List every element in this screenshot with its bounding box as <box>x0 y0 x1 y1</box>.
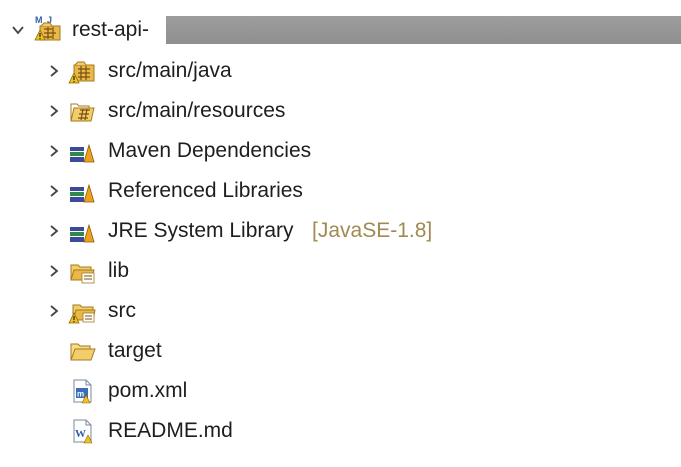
redacted-region <box>166 16 681 44</box>
tree-item-label: lib <box>108 259 130 282</box>
project-name: rest-api- <box>72 18 150 41</box>
svg-text:m: m <box>77 390 84 399</box>
chevron-right-icon[interactable] <box>44 141 64 161</box>
tree-item-referenced-libraries[interactable]: Referenced Libraries <box>0 171 681 211</box>
tree-item-src-main-resources[interactable]: src/main/resources <box>0 91 681 131</box>
java-source-folder-icon <box>68 57 96 85</box>
tree-item-label: pom.xml <box>108 379 188 402</box>
markdown-file-icon: W <box>68 417 96 445</box>
svg-text:M: M <box>35 15 43 25</box>
open-folder-icon <box>68 337 96 365</box>
tree-item-target[interactable]: target <box>0 331 681 371</box>
chevron-down-icon[interactable] <box>8 20 28 40</box>
library-icon <box>68 177 96 205</box>
tree-item-label: src/main/resources <box>108 99 286 122</box>
tree-item-label: target <box>108 339 162 362</box>
chevron-right-icon[interactable] <box>44 221 64 241</box>
tree-item-jre-system-library[interactable]: JRE System Library [JavaSE-1.8] <box>0 211 681 251</box>
svg-text:W: W <box>75 428 86 440</box>
maven-project-icon: M J <box>34 14 62 42</box>
resource-folder-icon <box>68 97 96 125</box>
xml-file-icon: m <box>68 377 96 405</box>
chevron-right-icon[interactable] <box>44 181 64 201</box>
chevron-right-icon[interactable] <box>44 301 64 321</box>
tree-item-lib[interactable]: lib <box>0 251 681 291</box>
tree-item-maven-dependencies[interactable]: Maven Dependencies <box>0 131 681 171</box>
library-icon <box>68 137 96 165</box>
chevron-right-icon[interactable] <box>44 101 64 121</box>
tree-item-src-main-java[interactable]: src/main/java <box>0 51 681 91</box>
chevron-right-icon[interactable] <box>44 261 64 281</box>
tree-item-src[interactable]: src <box>0 291 681 331</box>
tree-item-label: JRE System Library <box>108 219 294 242</box>
tree-item-label: Maven Dependencies <box>108 139 312 162</box>
library-icon <box>68 217 96 245</box>
tree-item-readme-md[interactable]: W README.md <box>0 411 681 451</box>
tree-item-pom-xml[interactable]: m pom.xml <box>0 371 681 411</box>
tree-item-label: src/main/java <box>108 59 232 82</box>
jre-version-decoration: [JavaSE-1.8] <box>312 219 433 242</box>
folder-icon <box>68 257 96 285</box>
tree-item-label: Referenced Libraries <box>108 179 303 202</box>
chevron-right-icon[interactable] <box>44 61 64 81</box>
tree-item-label: README.md <box>108 419 233 442</box>
project-explorer-tree: M J rest-api- src/main/java src/main/res… <box>0 0 681 467</box>
folder-icon <box>68 297 96 325</box>
tree-item-label: src <box>108 299 136 322</box>
